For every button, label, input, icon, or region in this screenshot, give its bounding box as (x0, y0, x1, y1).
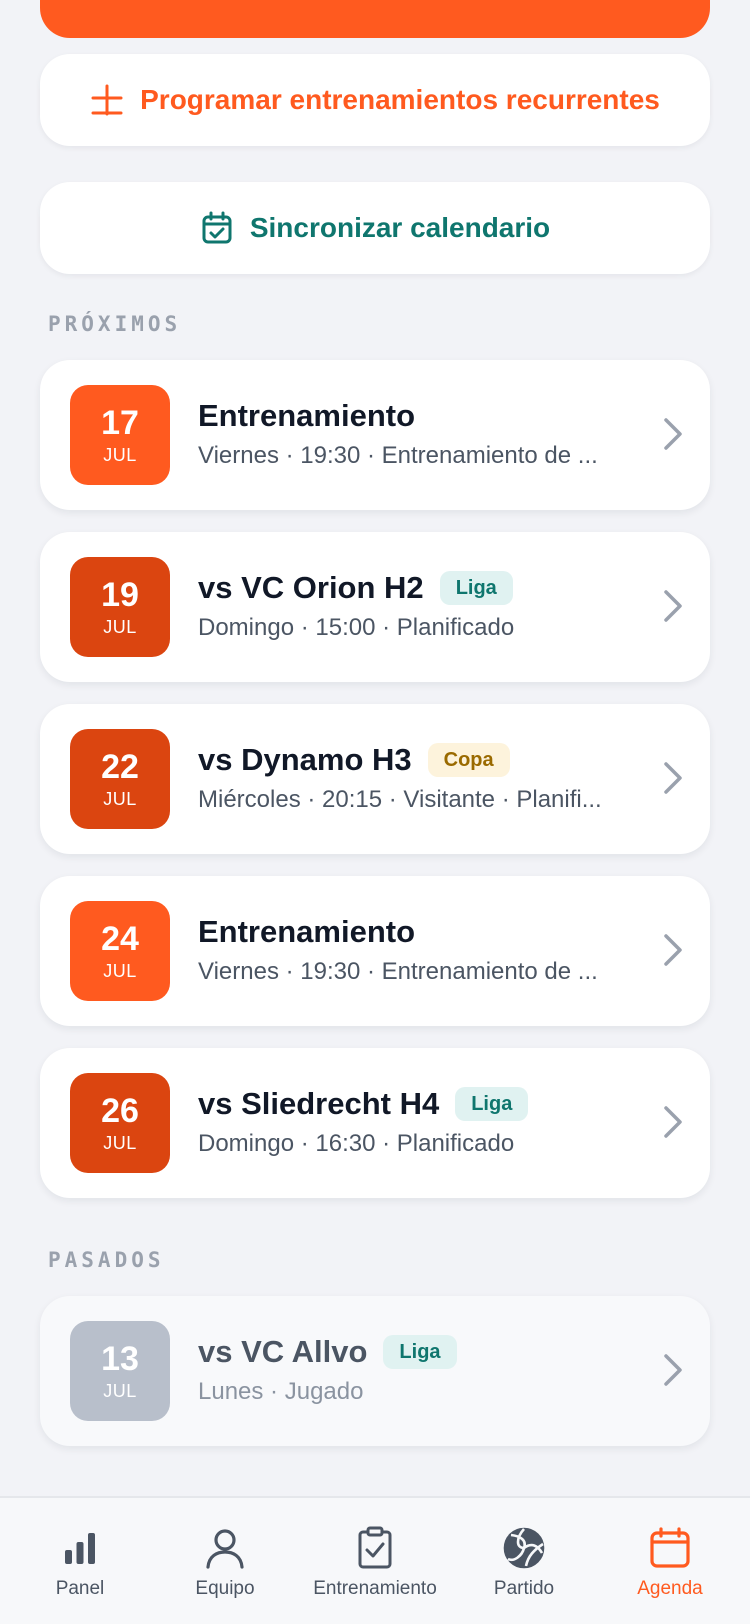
bar-chart-icon (60, 1524, 100, 1572)
event-info: Entrenamiento Viernes · 19:30 · Entrenami… (198, 912, 630, 986)
event-info: vs Sliedrecht H4 Liga Domingo · 16:30 · Pl… (198, 1084, 630, 1158)
plus-icon (91, 84, 123, 116)
event-date-box: 19 JUL (70, 557, 170, 657)
volleyball-icon (502, 1524, 546, 1572)
tab-panel[interactable]: Panel (5, 1524, 155, 1600)
calendar-icon (648, 1524, 692, 1572)
tab-label: Entrenamiento (313, 1578, 437, 1599)
schedule-recurring-button[interactable]: Programar entrenamientos recurrentes (40, 54, 710, 146)
chevron-right-icon (662, 1352, 684, 1393)
tab-label: Agenda (637, 1578, 703, 1599)
event-title-row: Entrenamiento (198, 912, 630, 952)
primary-action-button[interactable] (40, 0, 710, 38)
competition-badge: Copa (427, 743, 510, 777)
event-day: 22 (101, 748, 139, 786)
event-month: JUL (103, 445, 137, 465)
event-title-row: vs Dynamo H3 Copa (198, 740, 630, 780)
event-details: Domingo · 15:00 · Planificado (198, 614, 515, 641)
event-title: vs VC Allvo (198, 1334, 368, 1369)
event-info: Entrenamiento Viernes · 19:30 · Entrenami… (198, 396, 630, 470)
event-title-row: vs VC Orion H2 Liga (198, 568, 630, 608)
agenda-scroll-area[interactable]: Programar entrenamientos recurrentes Sin… (0, 0, 750, 1496)
tab-entrenamiento[interactable]: Entrenamiento (300, 1524, 450, 1600)
event-title: vs Dynamo H3 (198, 742, 412, 777)
event-info: vs Dynamo H3 Copa Miércoles · 20:15 · Visi… (198, 740, 630, 814)
competition-badge: Liga (383, 1335, 457, 1369)
upcoming-section-title: PRÓXIMOS (48, 312, 182, 336)
event-date-box: 26 JUL (70, 1073, 170, 1173)
event-title-row: Entrenamiento (198, 396, 630, 436)
tab-partido[interactable]: Partido (449, 1524, 599, 1600)
sync-calendar-label: Sincronizar calendario (249, 212, 551, 243)
event-details: Viernes · 19:30 · Entrenamiento de ... (198, 442, 598, 469)
event-day: 26 (101, 1092, 139, 1130)
event-card[interactable]: 22 JUL vs Dynamo H3 Copa Miércoles · 20:15 ·… (40, 704, 710, 854)
tab-equipo[interactable]: Equipo (150, 1524, 300, 1600)
event-date-box: 24 JUL (70, 901, 170, 1001)
calendar-check-icon (202, 211, 232, 244)
event-details: Domingo · 16:30 · Planificado (198, 1130, 515, 1157)
event-info: vs VC Orion H2 Liga Domingo · 15:00 · Plan… (198, 568, 630, 642)
event-date-box: 22 JUL (70, 729, 170, 829)
event-day: 19 (101, 576, 139, 614)
chevron-right-icon (662, 416, 684, 457)
event-card[interactable]: 19 JUL vs VC Orion H2 Liga Domingo · 15:00 ·… (40, 532, 710, 682)
event-details: Viernes · 19:30 · Entrenamiento de ... (198, 958, 598, 985)
competition-badge: Liga (439, 571, 513, 605)
tab-agenda[interactable]: Agenda (595, 1524, 745, 1600)
event-card[interactable]: 17 JUL Entrenamiento Viernes · 19:30 · Entr… (40, 360, 710, 510)
event-title-row: vs VC Allvo Liga (198, 1332, 630, 1372)
event-details: Miércoles · 20:15 · Visitante · Planifi.… (198, 786, 602, 813)
event-day: 17 (101, 404, 139, 442)
event-title: Entrenamiento (198, 398, 416, 433)
event-title: Entrenamiento (198, 914, 416, 949)
event-month: JUL (103, 1133, 137, 1153)
event-card[interactable]: 26 JUL vs Sliedrecht H4 Liga Domingo · 16:30… (40, 1048, 710, 1198)
event-date-box: 17 JUL (70, 385, 170, 485)
event-date-box: 13 JUL (70, 1321, 170, 1421)
event-card[interactable]: 13 JUL vs VC Allvo Liga Lunes · Jugado (40, 1296, 710, 1446)
event-title: vs VC Orion H2 (198, 570, 424, 605)
event-day: 24 (101, 920, 139, 958)
event-month: JUL (103, 1381, 137, 1401)
event-title-row: vs Sliedrecht H4 Liga (198, 1084, 630, 1124)
event-month: JUL (103, 961, 137, 981)
competition-badge: Liga (455, 1087, 529, 1121)
tab-label: Equipo (195, 1578, 255, 1599)
chevron-right-icon (662, 932, 684, 973)
event-month: JUL (103, 617, 137, 637)
sync-calendar-button[interactable]: Sincronizar calendario (40, 182, 710, 274)
tab-label: Panel (55, 1578, 105, 1599)
chevron-right-icon (662, 1104, 684, 1145)
chevron-right-icon (662, 588, 684, 629)
bottom-tab-bar: Panel Equipo Entrenamiento Partido Agenda (0, 1496, 750, 1624)
event-details: Lunes · Jugado (198, 1378, 364, 1405)
tab-label: Partido (493, 1578, 555, 1599)
past-section-title: PASADOS (48, 1248, 165, 1272)
event-info: vs VC Allvo Liga Lunes · Jugado (198, 1332, 630, 1406)
chevron-right-icon (662, 760, 684, 801)
event-month: JUL (103, 789, 137, 809)
clipboard-check-icon (355, 1524, 395, 1572)
event-card[interactable]: 24 JUL Entrenamiento Viernes · 19:30 · Entr… (40, 876, 710, 1026)
event-day: 13 (101, 1340, 139, 1378)
schedule-recurring-label: Programar entrenamientos recurrentes (140, 84, 660, 115)
user-icon (203, 1524, 247, 1572)
event-title: vs Sliedrecht H4 (198, 1086, 440, 1121)
